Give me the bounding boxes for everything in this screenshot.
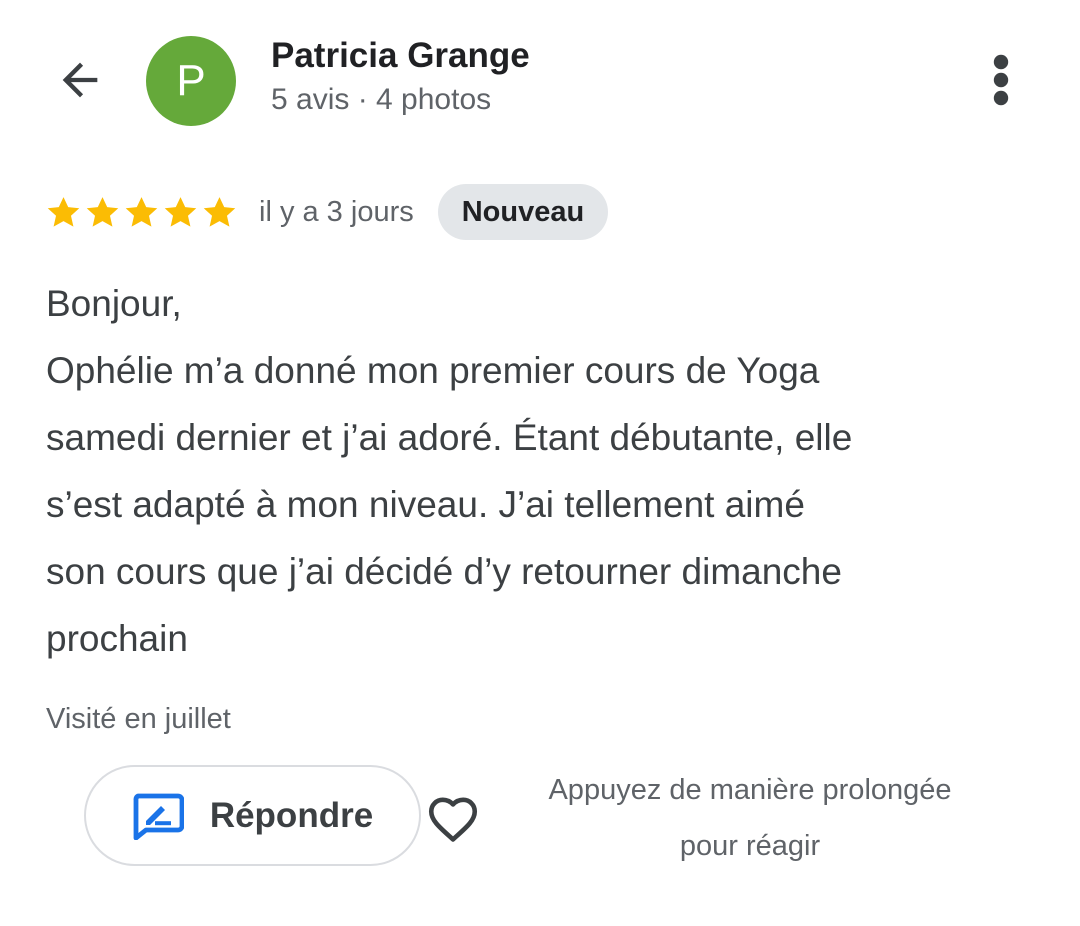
avatar[interactable]: P [146,36,236,126]
author-meta: 5 avis · 4 photos [271,83,492,116]
heart-outline-icon [428,797,478,842]
review-text-line: s’est adapté à mon niveau. J’ai tellemen… [46,484,805,525]
avatar-letter: P [176,56,206,105]
more-options-button[interactable] [975,50,1027,110]
new-badge: Nouveau [437,184,609,240]
review-date: il y a 3 jours [259,195,414,228]
review-text-line: prochain [46,618,188,659]
review-text-line: son cours que j’ai décidé d’y retourner … [46,551,842,592]
review-text-line: Bonjour, [46,283,182,324]
review-text-line: samedi dernier et j’ai adoré. Étant débu… [46,417,853,458]
author-name[interactable]: Patricia Grange [271,36,530,76]
rating-row: il y a 3 jours Nouveau [44,183,609,241]
review-text-line: Ophélie m’a donné mon premier cours de Y… [46,350,820,391]
star-icon [203,196,236,227]
star-icon [47,196,80,227]
more-vert-icon [993,54,1009,106]
react-heart-button[interactable] [418,785,488,849]
star-icon [125,196,158,227]
star-rating [44,193,239,232]
star-icon [164,196,197,227]
react-hint-line: pour réagir [679,830,821,862]
react-hint: Appuyez de manière prolongée pour réagir [500,762,1000,874]
review-text: Bonjour, Ophélie m’a donné mon premier c… [46,270,1036,672]
star-icon [86,196,119,227]
reply-label: Répondre [209,795,374,835]
react-hint-line: Appuyez de manière prolongée [548,774,952,806]
back-button[interactable] [50,50,110,110]
reply-button[interactable]: Répondre [84,765,421,866]
arrow-back-icon [62,62,98,98]
rate-review-icon [133,793,184,840]
visit-info: Visité en juillet [46,703,231,735]
